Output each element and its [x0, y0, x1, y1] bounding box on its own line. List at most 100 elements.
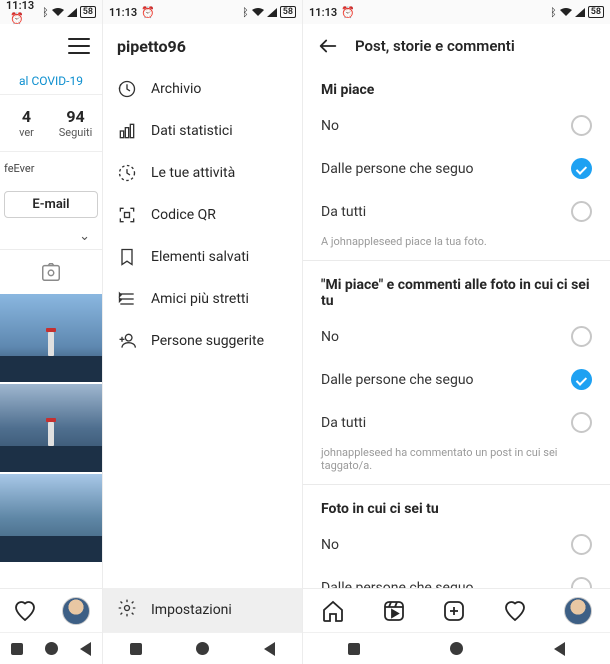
android-recent[interactable]	[130, 643, 142, 655]
radio-icon	[571, 369, 592, 390]
android-back[interactable]	[554, 642, 565, 656]
battery-icon: 58	[280, 6, 296, 18]
email-button[interactable]: E-mail	[4, 191, 98, 218]
bluetooth-icon: ᛒ	[242, 6, 249, 19]
android-back[interactable]	[80, 642, 91, 656]
heart-icon[interactable]	[503, 599, 527, 623]
menu-archive[interactable]: Archivio	[103, 68, 302, 110]
section-hint: A johnappleseed piace la tua foto.	[303, 233, 610, 258]
bottom-nav	[303, 588, 610, 632]
signal-icon	[575, 8, 585, 17]
menu-username: pipetto96	[103, 24, 302, 68]
radio-icon	[571, 201, 592, 222]
menu-insights[interactable]: Dati statistici	[103, 110, 302, 152]
bluetooth-icon: ᛒ	[550, 6, 557, 19]
stat-following[interactable]: 94 Seguiti	[53, 107, 98, 139]
radio-icon	[571, 158, 592, 179]
reels-icon[interactable]	[382, 599, 406, 623]
back-icon[interactable]	[317, 35, 339, 57]
profile-topbar	[0, 24, 102, 68]
covid-banner[interactable]: al COVID-19	[0, 68, 102, 95]
status-bar: 11:13⏰ ᛒ 58	[0, 0, 102, 24]
android-home[interactable]	[45, 642, 58, 655]
menu-label: Le tue attività	[151, 165, 235, 181]
menu-activity[interactable]: Le tue attività	[103, 152, 302, 194]
bluetooth-icon: ᛒ	[42, 6, 49, 19]
menu-label: Persone suggerite	[151, 333, 264, 349]
section-hint: johnappleseed ha commentato un post in c…	[303, 444, 610, 482]
side-menu: Archivio Dati statistici Le tue attività…	[103, 68, 302, 588]
android-home[interactable]	[196, 642, 209, 655]
radio-option[interactable]: No	[303, 315, 610, 358]
option-label: Dalle persone che seguo	[321, 161, 474, 177]
home-icon[interactable]	[321, 599, 345, 623]
radio-icon	[571, 577, 592, 588]
menu-suggested[interactable]: Persone suggerite	[103, 320, 302, 362]
radio-option[interactable]: No	[303, 523, 610, 566]
section-title: Foto in cui ci sei tu	[303, 487, 610, 523]
tagged-tab[interactable]	[0, 250, 102, 294]
option-label: Dalle persone che seguo	[321, 372, 474, 388]
archive-icon	[117, 79, 137, 99]
stat-followers[interactable]: 4 ver	[4, 107, 49, 139]
option-label: No	[321, 537, 339, 553]
radio-option[interactable]: Da tutti	[303, 190, 610, 233]
android-recent[interactable]	[348, 643, 360, 655]
wifi-icon	[252, 8, 264, 17]
option-label: No	[321, 329, 339, 345]
wifi-icon	[560, 8, 572, 17]
qr-icon	[117, 205, 137, 225]
profile-avatar[interactable]	[564, 597, 592, 625]
gallery-thumb[interactable]	[0, 294, 102, 382]
saved-icon	[117, 247, 137, 267]
radio-option[interactable]: Dalle persone che seguo	[303, 566, 610, 588]
new-post-icon[interactable]	[442, 599, 466, 623]
option-label: Da tutti	[321, 204, 366, 220]
menu-label: Dati statistici	[151, 123, 233, 139]
menu-label: Amici più stretti	[151, 291, 249, 307]
android-back[interactable]	[264, 642, 275, 656]
profile-gallery	[0, 294, 102, 588]
suggested-icon	[117, 331, 137, 351]
settings-column: 11:13⏰ ᛒ 58 Post, storie e commenti Mi p…	[303, 0, 610, 664]
android-nav	[103, 632, 302, 664]
alarm-icon: ⏰	[341, 6, 355, 19]
menu-label: Codice QR	[151, 207, 216, 223]
menu-settings[interactable]: Impostazioni	[103, 588, 302, 632]
section-title: Mi piace	[303, 68, 610, 104]
expand-suggestions[interactable]: ⌄	[0, 224, 102, 250]
heart-icon[interactable]	[13, 599, 37, 623]
signal-icon	[267, 8, 277, 17]
signal-icon	[67, 8, 77, 17]
radio-option[interactable]: Da tutti	[303, 401, 610, 444]
radio-option[interactable]: Dalle persone che seguo	[303, 147, 610, 190]
radio-icon	[571, 534, 592, 555]
activity-icon	[117, 163, 137, 183]
menu-icon[interactable]	[68, 38, 90, 54]
settings-scroll[interactable]: Mi piace No Dalle persone che seguo Da tutt…	[303, 68, 610, 588]
android-recent[interactable]	[11, 643, 23, 655]
android-home[interactable]	[450, 642, 463, 655]
menu-saved[interactable]: Elementi salvati	[103, 236, 302, 278]
gallery-thumb[interactable]	[0, 384, 102, 472]
radio-icon	[571, 412, 592, 433]
clock: 11:13	[309, 6, 337, 19]
radio-icon	[571, 115, 592, 136]
status-bar: 11:13⏰ ᛒ 58	[303, 0, 610, 24]
gear-icon	[117, 598, 137, 622]
option-label: No	[321, 118, 339, 134]
status-bar: 11:13⏰ ᛒ 58	[103, 0, 302, 24]
menu-label: Elementi salvati	[151, 249, 249, 265]
profile-avatar[interactable]	[62, 597, 90, 625]
gallery-thumb[interactable]	[0, 474, 102, 562]
radio-icon	[571, 326, 592, 347]
radio-option[interactable]: No	[303, 104, 610, 147]
radio-option[interactable]: Dalle persone che seguo	[303, 358, 610, 401]
menu-qr[interactable]: Codice QR	[103, 194, 302, 236]
option-label: Da tutti	[321, 415, 366, 431]
menu-close-friends[interactable]: Amici più stretti	[103, 278, 302, 320]
wifi-icon	[52, 8, 64, 17]
section-title: "Mi piace" e commenti alle foto in cui c…	[303, 263, 610, 315]
insights-icon	[117, 121, 137, 141]
clock: 11:13	[6, 0, 34, 12]
